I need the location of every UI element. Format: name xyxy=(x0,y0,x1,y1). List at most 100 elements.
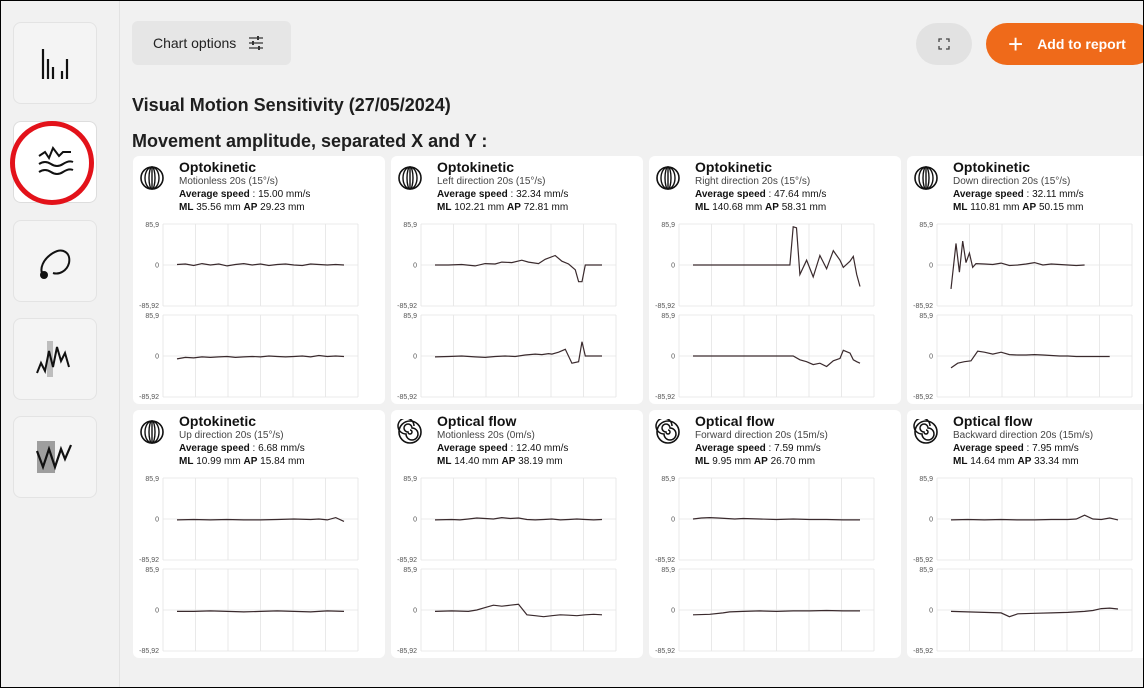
tune-icon xyxy=(249,36,264,50)
ml-ap-values: ML 9.95 mm AP 26.70 mm xyxy=(695,456,815,467)
optokinetic-icon xyxy=(914,166,938,190)
plot-svg: 85,9 0 -85,92 xyxy=(655,567,875,655)
ap-label: AP xyxy=(507,202,521,213)
add-to-report-button[interactable]: + Add to report xyxy=(986,23,1143,65)
y-zero-label: 0 xyxy=(929,353,933,360)
y-min-label: -85,92 xyxy=(913,557,933,564)
y-zero-label: 0 xyxy=(671,516,675,523)
y-min-label: -85,92 xyxy=(913,303,933,310)
card-title: Optical flow xyxy=(695,413,775,429)
y-min-label: -85,92 xyxy=(139,303,159,310)
y-zero-label: 0 xyxy=(929,262,933,269)
result-card: Optical flow Forward direction 20s (15m/s… xyxy=(649,410,901,658)
plot-svg: 85,9 0 -85,92 xyxy=(913,313,1133,401)
plot-svg: 85,9 0 -85,92 xyxy=(139,567,359,655)
ml-ap-values: ML 14.64 mm AP 33.34 mm xyxy=(953,456,1079,467)
ml-value: 110.81 mm xyxy=(967,202,1023,213)
y-zero-label: 0 xyxy=(155,516,159,523)
sidebar-item-bar-chart[interactable] xyxy=(13,22,97,104)
ap-label: AP xyxy=(501,456,516,467)
result-card: Optokinetic Motionless 20s (15°/s) Average… xyxy=(133,156,385,404)
plot-svg: 85,9 0 -85,92 xyxy=(139,476,359,564)
y-amplitude-plot: 85,9 0 -85,92 xyxy=(133,565,385,655)
ml-ap-values: ML 102.21 mm AP 72.81 mm xyxy=(437,202,568,213)
y-max-label: 85,9 xyxy=(661,476,675,483)
optical-flow-icon xyxy=(397,419,422,444)
y-min-label: -85,92 xyxy=(397,394,417,401)
y-zero-label: 0 xyxy=(413,607,417,614)
chart-options-label: Chart options xyxy=(153,35,237,51)
wave-highlight-icon xyxy=(35,441,73,473)
ml-label: ML xyxy=(179,456,194,467)
y-max-label: 85,9 xyxy=(403,222,417,229)
ml-label: ML xyxy=(695,456,710,467)
y-zero-label: 0 xyxy=(413,262,417,269)
fullscreen-button[interactable] xyxy=(916,23,972,65)
average-speed-value: : 6.68 mm/s xyxy=(249,443,305,454)
y-min-label: -85,92 xyxy=(397,303,417,310)
card-subtitle: Right direction 20s (15°/s) xyxy=(695,176,811,187)
y-max-label: 85,9 xyxy=(145,313,159,320)
bar-chart-icon xyxy=(41,49,69,79)
plot-svg: 85,9 0 -85,92 xyxy=(655,476,875,564)
ml-value: 140.68 mm xyxy=(709,202,766,213)
fullscreen-icon xyxy=(938,38,950,50)
plus-icon: + xyxy=(1008,29,1024,59)
sidebar-item-oscillation[interactable] xyxy=(13,318,97,400)
section-title: Movement amplitude, separated X and Y : xyxy=(132,131,488,151)
average-speed: Average speed : 7.59 mm/s xyxy=(695,443,821,454)
sidebar-item-wave-highlight[interactable] xyxy=(13,416,97,498)
average-speed-label: Average speed xyxy=(695,443,766,454)
ml-value: 14.40 mm xyxy=(451,456,502,467)
ml-ap-values: ML 35.56 mm AP 29.23 mm xyxy=(179,202,305,213)
sidebar-item-loop[interactable] xyxy=(13,220,97,302)
y-max-label: 85,9 xyxy=(661,313,675,320)
y-zero-label: 0 xyxy=(413,516,417,523)
result-card: Optokinetic Left direction 20s (15°/s) Ave… xyxy=(391,156,643,404)
ml-ap-values: ML 110.81 mm AP 50.15 mm xyxy=(953,202,1083,213)
ap-label: AP xyxy=(1022,202,1037,213)
ml-value: 14.64 mm xyxy=(967,456,1018,467)
x-amplitude-plot: 85,9 0 -85,92 xyxy=(133,474,385,564)
y-max-label: 85,9 xyxy=(403,313,417,320)
y-min-label: -85,92 xyxy=(655,394,675,401)
plot-svg: 85,9 0 -85,92 xyxy=(913,567,1133,655)
result-card: Optokinetic Up direction 20s (15°/s) Avera… xyxy=(133,410,385,658)
plot-svg: 85,9 0 -85,92 xyxy=(913,222,1133,310)
y-min-label: -85,92 xyxy=(655,557,675,564)
ml-label: ML xyxy=(695,202,710,213)
average-speed-value: : 15.00 mm/s xyxy=(249,189,311,200)
ap-value: 15.84 mm xyxy=(257,456,305,467)
y-min-label: -85,92 xyxy=(139,648,159,655)
average-speed: Average speed : 32.34 mm/s xyxy=(437,189,568,200)
ml-label: ML xyxy=(953,456,968,467)
plot-svg: 85,9 0 -85,92 xyxy=(139,313,359,401)
y-amplitude-plot: 85,9 0 -85,92 xyxy=(133,311,385,401)
y-zero-label: 0 xyxy=(929,516,933,523)
average-speed-value: : 32.34 mm/s xyxy=(507,189,569,200)
plot-svg: 85,9 0 -85,92 xyxy=(397,313,617,401)
ml-ap-values: ML 140.68 mm AP 58.31 mm xyxy=(695,202,826,213)
x-amplitude-plot: 85,9 0 -85,92 xyxy=(391,474,643,564)
y-min-label: -85,92 xyxy=(913,394,933,401)
y-max-label: 85,9 xyxy=(145,222,159,229)
sidebar-item-waves[interactable] xyxy=(13,121,97,203)
average-speed: Average speed : 7.95 mm/s xyxy=(953,443,1079,454)
series-line xyxy=(950,350,1110,369)
ml-value: 102.21 mm xyxy=(451,202,508,213)
average-speed: Average speed : 12.40 mm/s xyxy=(437,443,568,454)
ap-value: 33.34 mm xyxy=(1031,456,1079,467)
chart-options-button[interactable]: Chart options xyxy=(132,21,291,65)
ml-label: ML xyxy=(179,202,194,213)
result-card: Optical flow Backward direction 20s (15m/… xyxy=(907,410,1143,658)
card-title: Optokinetic xyxy=(179,413,257,429)
y-zero-label: 0 xyxy=(929,607,933,614)
ap-value: 72.81 mm xyxy=(520,202,569,213)
y-amplitude-plot: 85,9 0 -85,92 xyxy=(649,565,901,655)
y-min-label: -85,92 xyxy=(139,557,159,564)
average-speed: Average speed : 15.00 mm/s xyxy=(179,189,310,200)
ap-label: AP xyxy=(765,202,779,213)
average-speed-value: : 7.95 mm/s xyxy=(1023,443,1079,454)
app-frame: Chart options + Add to report Visual Mot… xyxy=(0,0,1144,688)
y-zero-label: 0 xyxy=(155,607,159,614)
